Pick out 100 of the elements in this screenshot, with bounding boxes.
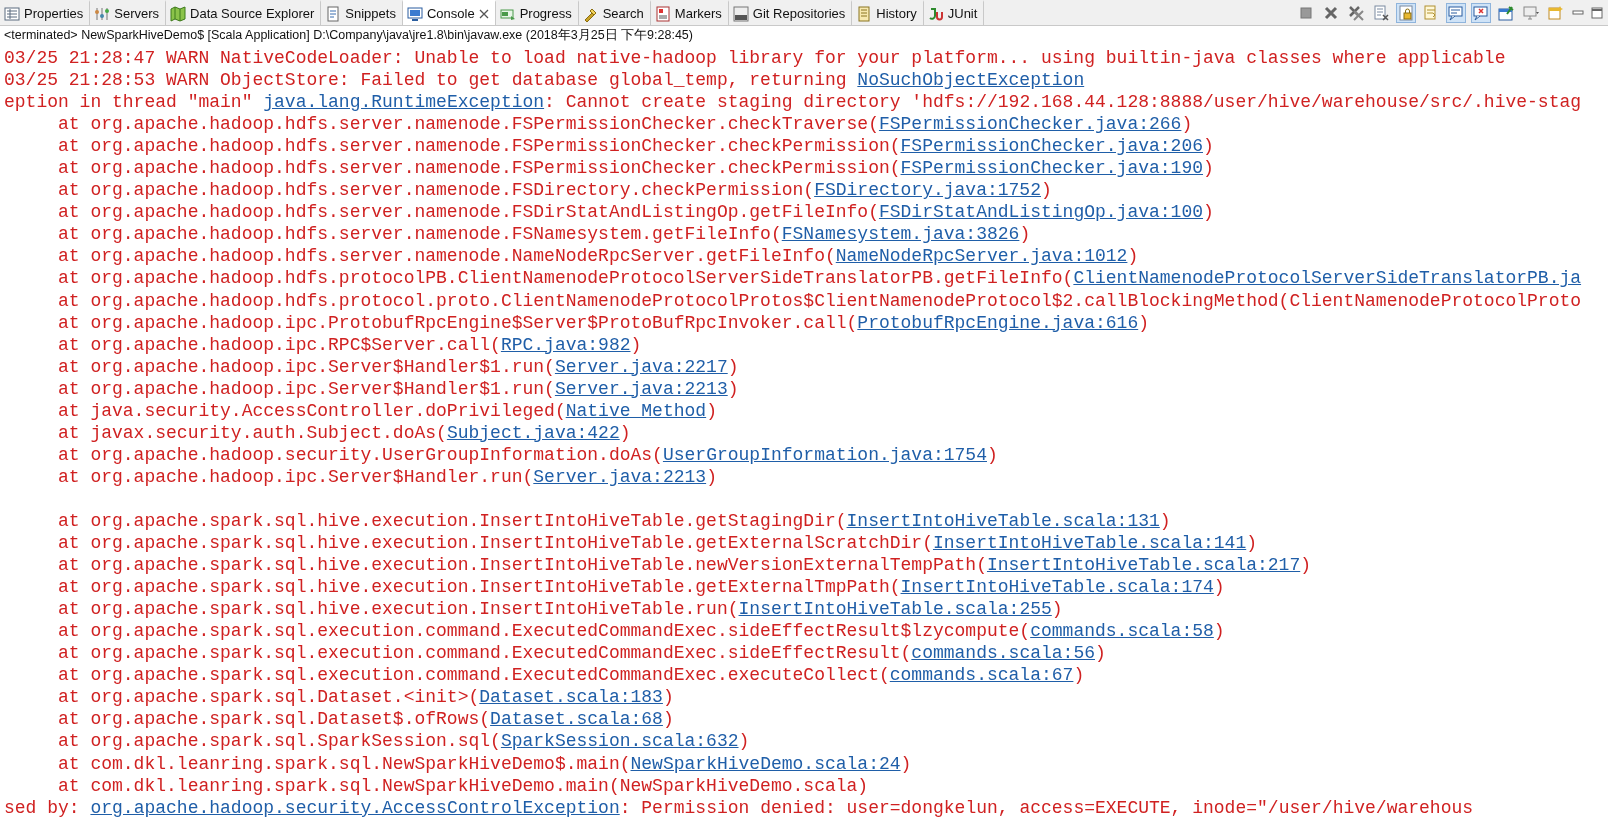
error-text: sed by: — [4, 796, 81, 819]
error-text: ) — [738, 730, 750, 753]
error-text: ) — [1138, 311, 1149, 334]
error-text: at org.apache.hadoop.hdfs.server.namenode.FSDirectory.checkPermission( — [57, 179, 815, 202]
source-link[interactable]: FSPermissionChecker.java:266 — [878, 113, 1182, 136]
source-link[interactable]: InsertIntoHiveTable.scala:217 — [986, 554, 1301, 577]
source-link[interactable]: Dataset.scala:183 — [479, 686, 663, 709]
error-text: at com.dkl.leanring.spark.sql.NewSparkHiveDemo.main(NewSparkHiveDemo.scala) — [57, 774, 869, 797]
error-text: ) — [1019, 223, 1031, 246]
error-text: ) — [619, 421, 631, 444]
remove-all-icon — [1348, 4, 1364, 21]
source-link[interactable]: FSPermissionChecker.java:190 — [900, 157, 1203, 180]
error-text: at org.apache.hadoop.hdfs.server.namenode.FSPermissionChecker.checkPermission( — [57, 135, 901, 158]
error-text: at org.apache.hadoop.ipc.Server$Handler$1.run( — [57, 377, 555, 400]
error-text: at java.security.AccessController.doPrivileged( — [57, 399, 566, 422]
toolbar-button[interactable] — [1471, 2, 1491, 23]
error-text: at org.apache.spark.sql.hive.execution.InsertIntoHiveTable.getExternalScratchDir( — [57, 532, 933, 555]
error-text: at org.apache.hadoop.ipc.ProtobufRpcEngine$Server$ProtoBufRpcInvoker.call( — [57, 311, 858, 334]
console-output-icon — [1448, 4, 1464, 21]
source-link[interactable]: InsertIntoHiveTable.scala:141 — [932, 532, 1247, 555]
error-text: at org.apache.spark.sql.hive.execution.InsertIntoHiveTable.getStagingDir( — [57, 510, 847, 533]
source-link[interactable]: ClientNamenodeProtocolServerSideTranslatorPB.ja — [1073, 267, 1582, 290]
source-link[interactable]: Subject.java:422 — [446, 421, 620, 444]
error-text: ) — [727, 377, 739, 400]
close-icon[interactable] — [478, 8, 489, 19]
error-text: ) — [1095, 642, 1106, 665]
error-text: at org.apache.spark.sql.hive.execution.InsertIntoHiveTable.newVersionExternalTempPath( — [57, 554, 987, 577]
source-link[interactable]: commands.scala:56 — [911, 642, 1095, 665]
error-text: at org.apache.spark.sql.Dataset$.ofRows( — [57, 708, 491, 731]
error-text: at com.dkl.leanring.spark.sql.NewSparkHiveDemo$.main( — [57, 752, 631, 775]
error-text: eption in thread "main" — [4, 91, 254, 114]
snippets-icon — [325, 5, 342, 22]
source-link[interactable]: InsertIntoHiveTable.scala:131 — [846, 510, 1160, 533]
maximize-icon[interactable] — [1590, 5, 1604, 20]
stop-icon — [1298, 4, 1314, 21]
error-text: ) — [706, 399, 717, 422]
source-link[interactable]: FSDirStatAndListingOp.java:100 — [878, 201, 1203, 224]
view-tab[interactable]: Console — [402, 0, 496, 25]
servers-icon — [94, 5, 111, 22]
error-text: at org.apache.hadoop.ipc.Server$Handler$1.run( — [57, 355, 555, 378]
source-link[interactable]: FSDirectory.java:1752 — [814, 179, 1041, 202]
error-text: at org.apache.hadoop.hdfs.server.namenode.FSPermissionChecker.checkTraverse( — [57, 113, 879, 136]
error-text: at org.apache.hadoop.hdfs.server.namenode.FSPermissionChecker.checkPermission( — [57, 157, 901, 180]
error-text: : Permission denied: user=dongkelun, access=EXECUTE, inode="/user/hive/warehous — [619, 796, 1474, 819]
source-link[interactable]: NewSparkHiveDemo.scala:24 — [630, 752, 901, 775]
source-link[interactable]: commands.scala:58 — [1030, 620, 1214, 643]
toolbar-button[interactable] — [1396, 2, 1416, 23]
source-link[interactable]: Server.java:2213 — [533, 465, 707, 488]
word-wrap-icon — [1423, 4, 1439, 21]
source-link[interactable]: FSPermissionChecker.java:206 — [900, 135, 1203, 158]
source-link[interactable]: RPC.java:982 — [500, 333, 631, 356]
source-link[interactable]: Server.java:2217 — [554, 355, 728, 378]
new-console-icon — [1548, 4, 1564, 21]
error-text: ) — [1213, 620, 1225, 643]
source-link[interactable]: UserGroupInformation.java:1754 — [662, 443, 987, 466]
toolbar-button[interactable] — [1446, 2, 1466, 23]
monitor-icon — [406, 5, 423, 22]
source-link[interactable]: commands.scala:67 — [889, 664, 1074, 687]
error-text: at org.apache.hadoop.hdfs.server.namenode.FSDirStatAndListingOp.getFileInfo( — [57, 201, 879, 224]
error-text: at org.apache.hadoop.hdfs.server.namenode.NameNodeRpcServer.getFileInfo( — [57, 245, 836, 268]
source-link[interactable]: InsertIntoHiveTable.scala:255 — [738, 598, 1052, 621]
error-text: at org.apache.hadoop.security.UserGroupInformation.doAs( — [57, 443, 663, 466]
lock-icon — [1398, 4, 1414, 21]
error-text: ) — [1041, 179, 1052, 202]
source-link[interactable]: NameNodeRpcServer.java:1012 — [835, 245, 1128, 268]
source-link[interactable]: NoSuchObjectException — [857, 69, 1085, 92]
error-text: ) — [1203, 135, 1214, 158]
error-text: ) — [1159, 510, 1171, 533]
error-text: at org.apache.hadoop.ipc.RPC$Server.call( — [57, 333, 501, 356]
source-link[interactable]: org.apache.hadoop.security.AccessControlException — [90, 796, 620, 819]
source-link[interactable]: Dataset.scala:68 — [490, 708, 663, 731]
error-text: ) — [1073, 664, 1085, 687]
error-text: at org.apache.spark.sql.Dataset.<init>( — [57, 686, 480, 709]
source-link[interactable]: FSNamesystem.java:3826 — [781, 223, 1020, 246]
history-icon — [856, 5, 873, 22]
error-text: at javax.security.auth.Subject.doAs( — [57, 421, 447, 444]
properties-icon — [4, 5, 20, 22]
error-text: ) — [900, 752, 912, 775]
display-console-icon — [1523, 4, 1539, 21]
error-text: ) — [1246, 532, 1258, 555]
junit-icon — [927, 5, 944, 22]
error-text: at org.apache.spark.sql.execution.command.ExecutedCommandExec.sideEffectResult( — [57, 642, 912, 665]
console-error-icon — [1473, 4, 1489, 21]
source-link[interactable]: InsertIntoHiveTable.scala:174 — [900, 576, 1214, 599]
error-text: at org.apache.spark.sql.hive.execution.InsertIntoHiveTable.getExternalTmpPath( — [57, 576, 901, 599]
error-text: at org.apache.hadoop.ipc.Server$Handler.run( — [57, 465, 534, 488]
error-text: at org.apache.spark.sql.hive.execution.InsertIntoHiveTable.run( — [57, 598, 739, 621]
error-text: at org.apache.spark.sql.execution.command.ExecutedCommandExec.executeCollect( — [57, 664, 890, 687]
remove-icon — [1323, 4, 1339, 21]
source-link[interactable]: java.lang.RuntimeException — [263, 91, 545, 114]
error-text: ) — [1181, 113, 1193, 136]
source-link[interactable]: ProtobufRpcEngine.java:616 — [857, 311, 1139, 334]
source-link[interactable]: Server.java:2213 — [554, 377, 728, 400]
toolbar-button[interactable] — [1371, 2, 1391, 23]
error-text: ) — [1203, 157, 1214, 180]
source-link[interactable]: SparkSession.scala:632 — [500, 730, 739, 753]
error-text: ) — [630, 333, 642, 356]
source-link[interactable]: Native Method — [565, 399, 707, 422]
error-text: ) — [987, 443, 998, 466]
error-text: ) — [1051, 598, 1063, 621]
